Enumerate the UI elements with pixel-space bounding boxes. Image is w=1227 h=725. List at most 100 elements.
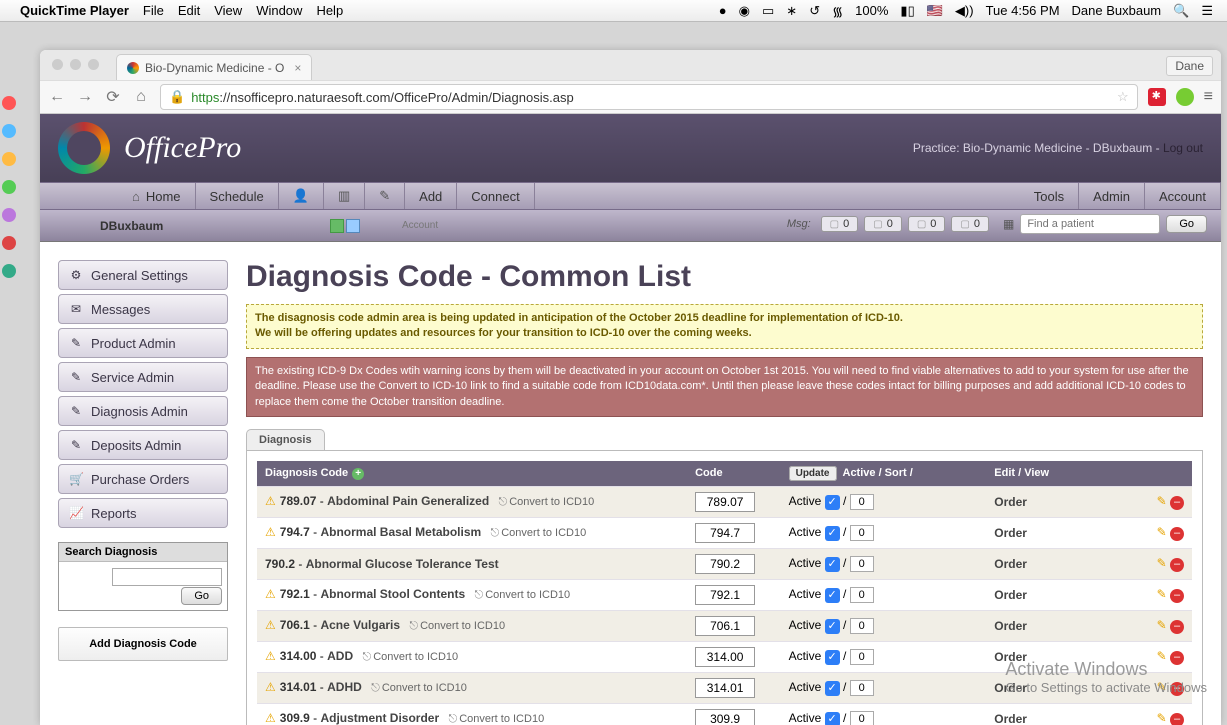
msg-count-0[interactable]: 0 xyxy=(821,216,859,232)
logout-link[interactable]: Log out xyxy=(1163,141,1203,155)
convert-link[interactable]: ⎋Convert to ICD10 xyxy=(371,682,467,694)
edit-icon[interactable]: ✎ xyxy=(1157,525,1167,539)
search-diagnosis-go[interactable]: Go xyxy=(181,587,222,605)
delete-icon[interactable]: – xyxy=(1170,558,1184,572)
sort-input[interactable] xyxy=(850,587,874,603)
sidebar-item-2[interactable]: ✎Product Admin xyxy=(58,328,228,358)
edit-icon[interactable]: ✎ xyxy=(1157,494,1167,508)
sidebar-item-3[interactable]: ✎Service Admin xyxy=(58,362,228,392)
order-link[interactable]: Order xyxy=(994,495,1027,509)
order-link[interactable]: Order xyxy=(994,650,1027,664)
star-icon[interactable]: ☆ xyxy=(1117,89,1129,105)
nav-icon-person[interactable]: 👤 xyxy=(279,183,324,209)
active-checkbox[interactable]: ✓ xyxy=(825,681,840,696)
convert-link[interactable]: ⎋Convert to ICD10 xyxy=(491,527,587,539)
menu-window[interactable]: Window xyxy=(256,3,302,18)
find-patient-input[interactable] xyxy=(1020,214,1160,234)
sort-input[interactable] xyxy=(850,525,874,541)
flag-icon[interactable]: 🇺🇸 xyxy=(927,3,943,19)
delete-icon[interactable]: – xyxy=(1170,527,1184,541)
bluetooth-icon[interactable]: ∗ xyxy=(786,3,797,19)
sidebar-item-6[interactable]: 🛒Purchase Orders xyxy=(58,464,228,494)
status-square-green[interactable] xyxy=(330,219,344,233)
order-link[interactable]: Order xyxy=(994,526,1027,540)
delete-icon[interactable]: – xyxy=(1170,651,1184,665)
chrome-menu-icon[interactable]: ≡ xyxy=(1204,88,1213,106)
tab-close-icon[interactable]: × xyxy=(294,61,301,75)
sort-input[interactable] xyxy=(850,556,874,572)
code-input[interactable] xyxy=(695,492,755,512)
timemachine-icon[interactable]: ↺ xyxy=(809,3,820,19)
convert-link[interactable]: ⎋Convert to ICD10 xyxy=(449,713,545,725)
menu-help[interactable]: Help xyxy=(316,3,343,18)
window-controls[interactable] xyxy=(52,59,99,70)
sort-input[interactable] xyxy=(850,494,874,510)
convert-link[interactable]: ⎋Convert to ICD10 xyxy=(474,589,570,601)
edit-icon[interactable]: ✎ xyxy=(1157,680,1167,694)
active-checkbox[interactable]: ✓ xyxy=(825,712,840,725)
sort-input[interactable] xyxy=(850,680,874,696)
convert-link[interactable]: ⎋Convert to ICD10 xyxy=(499,496,595,508)
find-go-button[interactable]: Go xyxy=(1166,215,1207,233)
nav-schedule[interactable]: Schedule xyxy=(196,183,279,209)
search-diagnosis-input[interactable] xyxy=(112,568,222,586)
delete-icon[interactable]: – xyxy=(1170,620,1184,634)
tab-diagnosis[interactable]: Diagnosis xyxy=(246,429,325,450)
order-link[interactable]: Order xyxy=(994,619,1027,633)
active-checkbox[interactable]: ✓ xyxy=(825,526,840,541)
msg-count-1[interactable]: 0 xyxy=(864,216,902,232)
msg-count-3[interactable]: 0 xyxy=(951,216,989,232)
spotlight-dot-icon[interactable]: ● xyxy=(719,3,727,18)
order-link[interactable]: Order xyxy=(994,712,1027,725)
home-button[interactable]: ⌂ xyxy=(132,88,150,106)
menu-file[interactable]: File xyxy=(143,3,164,18)
sidebar-item-1[interactable]: ✉Messages xyxy=(58,294,228,324)
delete-icon[interactable]: – xyxy=(1170,496,1184,510)
battery-text[interactable]: 100% xyxy=(855,3,888,18)
menu-view[interactable]: View xyxy=(214,3,242,18)
airplay-icon[interactable]: ▭ xyxy=(762,3,774,19)
address-bar[interactable]: 🔒 https://nsofficepro.naturaesoft.com/Of… xyxy=(160,84,1138,110)
subnav-account[interactable]: Account xyxy=(402,220,438,231)
nav-icon-chart[interactable]: ▥ xyxy=(324,183,365,209)
status-square-blue[interactable] xyxy=(346,219,360,233)
search-icon[interactable]: 🔍 xyxy=(1173,3,1189,19)
code-input[interactable] xyxy=(695,523,755,543)
code-input[interactable] xyxy=(695,616,755,636)
active-checkbox[interactable]: ✓ xyxy=(825,495,840,510)
edit-icon[interactable]: ✎ xyxy=(1157,556,1167,570)
menubar-app[interactable]: QuickTime Player xyxy=(20,3,129,18)
sort-input[interactable] xyxy=(850,711,874,725)
add-diagnosis-button[interactable]: Add Diagnosis Code xyxy=(58,627,228,661)
battery-icon[interactable]: ▮▯ xyxy=(900,3,914,19)
update-button[interactable]: Update xyxy=(789,466,837,481)
sidebar-item-4[interactable]: ✎Diagnosis Admin xyxy=(58,396,228,426)
edit-icon[interactable]: ✎ xyxy=(1157,711,1167,725)
user-text[interactable]: Dane Buxbaum xyxy=(1072,3,1162,18)
active-checkbox[interactable]: ✓ xyxy=(825,650,840,665)
active-checkbox[interactable]: ✓ xyxy=(825,557,840,572)
nav-add[interactable]: Add xyxy=(405,183,457,209)
sort-input[interactable] xyxy=(850,618,874,634)
edit-icon[interactable]: ✎ xyxy=(1157,618,1167,632)
browser-tab[interactable]: Bio-Dynamic Medicine - O × xyxy=(116,54,312,80)
msg-count-2[interactable]: 0 xyxy=(908,216,946,232)
volume-icon[interactable]: ◀)) xyxy=(955,3,974,19)
extension-red-icon[interactable] xyxy=(1148,88,1166,106)
code-input[interactable] xyxy=(695,554,755,574)
code-input[interactable] xyxy=(695,647,755,667)
delete-icon[interactable]: – xyxy=(1170,713,1184,725)
add-code-icon[interactable]: + xyxy=(352,468,364,480)
delete-icon[interactable]: – xyxy=(1170,682,1184,696)
convert-link[interactable]: ⎋Convert to ICD10 xyxy=(409,620,505,632)
convert-link[interactable]: ⎋Convert to ICD10 xyxy=(362,651,458,663)
active-checkbox[interactable]: ✓ xyxy=(825,619,840,634)
record-icon[interactable]: ◉ xyxy=(739,3,750,19)
code-input[interactable] xyxy=(695,585,755,605)
sidebar-item-5[interactable]: ✎Deposits Admin xyxy=(58,430,228,460)
order-link[interactable]: Order xyxy=(994,557,1027,571)
nav-account[interactable]: Account xyxy=(1145,183,1221,209)
sidebar-item-7[interactable]: 📈Reports xyxy=(58,498,228,528)
code-input[interactable] xyxy=(695,709,755,725)
reload-button[interactable]: ⟳ xyxy=(104,87,122,107)
